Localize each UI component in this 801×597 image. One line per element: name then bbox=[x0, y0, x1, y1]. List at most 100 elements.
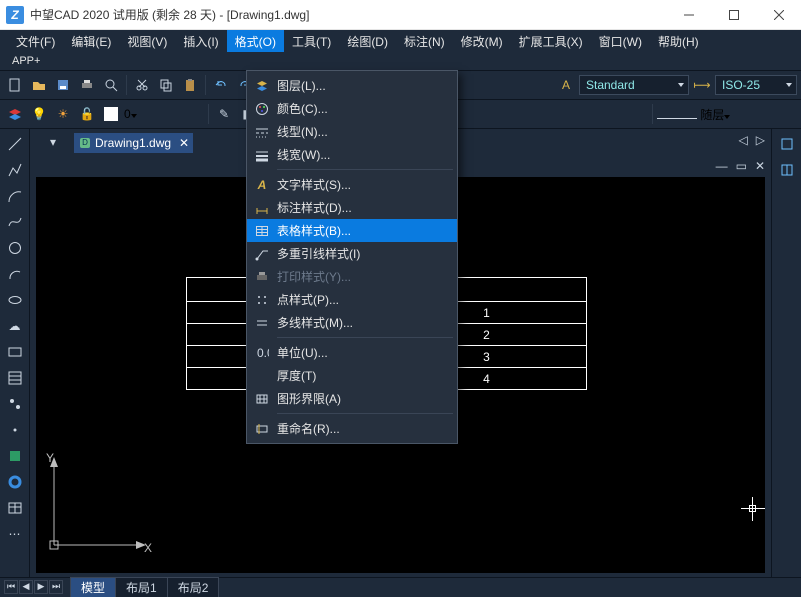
menuitem-point[interactable]: 点样式(P)... bbox=[247, 288, 457, 311]
menuitem-dim[interactable]: 标注样式(D)... bbox=[247, 196, 457, 219]
a-icon[interactable]: ✎ bbox=[213, 103, 235, 125]
menu-插入(I)[interactable]: 插入(I) bbox=[175, 30, 226, 52]
menuitem-label: 多重引线样式(I) bbox=[277, 245, 457, 262]
line-icon[interactable] bbox=[4, 133, 26, 155]
table-icon[interactable] bbox=[4, 497, 26, 519]
hatch-icon[interactable] bbox=[4, 367, 26, 389]
doc-type-icon: D bbox=[80, 138, 90, 148]
cut-icon[interactable] bbox=[131, 74, 153, 96]
print-icon[interactable] bbox=[76, 74, 98, 96]
menu-帮助(H)[interactable]: 帮助(H) bbox=[650, 30, 707, 52]
layout-tab[interactable]: 布局1 bbox=[115, 577, 168, 597]
linetype-dropdown[interactable]: 随层 bbox=[657, 106, 797, 123]
window-title: 中望CAD 2020 试用版 (剩余 28 天) - [Drawing1.dwg… bbox=[30, 6, 666, 23]
right-tool-1-icon[interactable] bbox=[776, 133, 798, 155]
menuitem-label: 图层(L)... bbox=[277, 77, 457, 94]
layer-0-dropdown[interactable]: 0 bbox=[124, 107, 204, 121]
layout-first-icon[interactable]: ⏮ bbox=[4, 580, 18, 594]
menuitem-limits[interactable]: 图形界限(A) bbox=[247, 387, 457, 410]
cloud-icon[interactable]: ☁ bbox=[4, 315, 26, 337]
layout-tab[interactable]: 模型 bbox=[70, 577, 116, 597]
menuitem-text[interactable]: A文字样式(S)... bbox=[247, 173, 457, 196]
menuitem-units[interactable]: 0.0单位(U)... bbox=[247, 341, 457, 364]
menuitem-palette[interactable]: 颜色(C)... bbox=[247, 97, 457, 120]
menu-视图(V)[interactable]: 视图(V) bbox=[119, 30, 175, 52]
tab-nav-left-icon[interactable]: ◁ bbox=[739, 133, 748, 147]
mdi-restore-icon[interactable]: ▭ bbox=[736, 159, 747, 173]
more-icon[interactable]: ⋯ bbox=[4, 523, 26, 545]
ellipse-icon[interactable] bbox=[4, 289, 26, 311]
menu-绘图(D)[interactable]: 绘图(D) bbox=[339, 30, 396, 52]
menuitem-lineweight[interactable]: 线宽(W)... bbox=[247, 143, 457, 166]
table-icon bbox=[247, 224, 277, 238]
dimstyle-icon[interactable]: ⟼ bbox=[691, 74, 713, 96]
text-style-dropdown[interactable]: Standard bbox=[579, 75, 689, 95]
color-icon[interactable] bbox=[100, 103, 122, 125]
region-icon[interactable] bbox=[4, 445, 26, 467]
menu-工具(T)[interactable]: 工具(T) bbox=[284, 30, 339, 52]
layers-icon bbox=[247, 79, 277, 93]
open-icon[interactable] bbox=[28, 74, 50, 96]
gradient-icon[interactable] bbox=[4, 393, 26, 415]
document-tab-close-icon[interactable]: ✕ bbox=[179, 136, 189, 150]
menu-标注(N)[interactable]: 标注(N) bbox=[396, 30, 453, 52]
rect-icon[interactable] bbox=[4, 341, 26, 363]
dim-style-dropdown[interactable]: ISO-25 bbox=[715, 75, 797, 95]
arc2-icon[interactable] bbox=[4, 263, 26, 285]
circle-icon[interactable] bbox=[4, 237, 26, 259]
menuitem-linetype[interactable]: 线型(N)... bbox=[247, 120, 457, 143]
textstyle-icon[interactable]: A bbox=[555, 74, 577, 96]
tab-nav: ◁ ▷ bbox=[739, 133, 765, 147]
point-icon bbox=[247, 293, 277, 307]
menuitem-label: 线型(N)... bbox=[277, 123, 457, 140]
lock-icon[interactable]: 🔓 bbox=[76, 103, 98, 125]
mdi-minimize-icon[interactable]: — bbox=[716, 159, 728, 173]
paste-icon[interactable] bbox=[179, 74, 201, 96]
menu-窗口(W)[interactable]: 窗口(W) bbox=[591, 30, 650, 52]
menuitem-label: 多线样式(M)... bbox=[277, 314, 457, 331]
menuitem-rename[interactable]: 重命名(R)... bbox=[247, 417, 457, 440]
close-button[interactable] bbox=[756, 0, 801, 30]
axis-x-label: X bbox=[144, 541, 152, 555]
menu-修改(M)[interactable]: 修改(M) bbox=[453, 30, 511, 52]
undo-icon[interactable] bbox=[210, 74, 232, 96]
sun-icon[interactable]: ☀ bbox=[52, 103, 74, 125]
bulb-icon[interactable]: 💡 bbox=[28, 103, 50, 125]
format-menu-dropdown: 图层(L)... 颜色(C)... 线型(N)... 线宽(W)... A文字样式(S)… bbox=[246, 70, 458, 444]
mdi-close-icon[interactable]: ✕ bbox=[755, 159, 765, 173]
crosshair-cursor bbox=[741, 497, 765, 521]
tab-nav-right-icon[interactable]: ▷ bbox=[756, 133, 765, 147]
point-icon[interactable] bbox=[4, 419, 26, 441]
copy-icon[interactable] bbox=[155, 74, 177, 96]
document-tab[interactable]: D Drawing1.dwg ✕ bbox=[74, 133, 193, 153]
menuitem-thick[interactable]: 厚度(T) bbox=[247, 364, 457, 387]
layout-tab[interactable]: 布局2 bbox=[167, 577, 220, 597]
layout-next-icon[interactable]: ▶ bbox=[34, 580, 48, 594]
layout-prev-icon[interactable]: ◀ bbox=[19, 580, 33, 594]
preview-icon[interactable] bbox=[100, 74, 122, 96]
menuitem-table[interactable]: 表格样式(B)... bbox=[247, 219, 457, 242]
layout-last-icon[interactable]: ⏭ bbox=[49, 580, 63, 594]
menuitem-mline[interactable]: 多线样式(M)... bbox=[247, 311, 457, 334]
arc-icon[interactable] bbox=[4, 185, 26, 207]
donut-icon[interactable] bbox=[4, 471, 26, 493]
app-plus[interactable]: APP+ bbox=[0, 52, 801, 70]
maximize-button[interactable] bbox=[711, 0, 756, 30]
save-icon[interactable] bbox=[52, 74, 74, 96]
layout-nav: ⏮ ◀ ▶ ⏭ bbox=[4, 580, 63, 594]
menu-扩展工具(X)[interactable]: 扩展工具(X) bbox=[511, 30, 591, 52]
rename-icon bbox=[247, 422, 277, 436]
menuitem-leader[interactable]: 多重引线样式(I) bbox=[247, 242, 457, 265]
menu-编辑(E)[interactable]: 编辑(E) bbox=[63, 30, 119, 52]
layer-manager-icon[interactable] bbox=[4, 103, 26, 125]
linetype-icon bbox=[247, 125, 277, 139]
menu-文件(F)[interactable]: 文件(F) bbox=[8, 30, 63, 52]
polyline-icon[interactable] bbox=[4, 159, 26, 181]
menuitem-layers[interactable]: 图层(L)... bbox=[247, 74, 457, 97]
spline-icon[interactable] bbox=[4, 211, 26, 233]
new-icon[interactable] bbox=[4, 74, 26, 96]
menu-格式(O)[interactable]: 格式(O) bbox=[227, 30, 284, 52]
right-tool-2-icon[interactable] bbox=[776, 159, 798, 181]
tab-prev-icon[interactable]: ▾ bbox=[50, 135, 56, 149]
minimize-button[interactable] bbox=[666, 0, 711, 30]
